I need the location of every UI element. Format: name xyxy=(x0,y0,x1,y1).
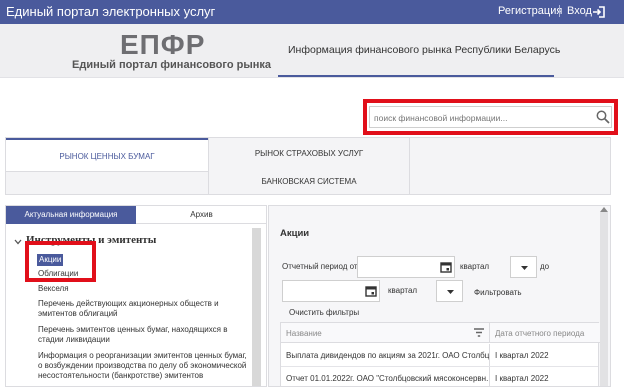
tab-securities-market[interactable]: РЫНОК ЦЕННЫХ БУМАГ xyxy=(6,138,208,171)
shares-bonds-highlight-frame xyxy=(25,241,96,282)
calendar-icon[interactable] xyxy=(440,261,452,273)
search-input[interactable] xyxy=(374,110,592,125)
tab-filler-right xyxy=(410,138,612,195)
table-cell-period: I квартал 2022 xyxy=(489,344,600,366)
site-title: Единый портал электронных услуг xyxy=(6,4,216,19)
table-cell-title[interactable]: Выплата дивидендов по акциям за 2021г. О… xyxy=(281,344,489,366)
login-arrow-icon[interactable] xyxy=(592,5,606,19)
search-icon[interactable] xyxy=(596,110,610,124)
chevron-down-icon[interactable] xyxy=(14,239,22,245)
table-cell-period: I квартал 2022 xyxy=(489,367,600,386)
tab-archive[interactable]: Архив xyxy=(136,206,266,224)
column-header-date[interactable]: Дата отчетного периода xyxy=(489,323,600,343)
tree-item-reorganization[interactable]: Информация о реорганизации эмитентов цен… xyxy=(38,351,252,381)
tab-filler xyxy=(6,171,208,195)
quarter-label-from: квартал xyxy=(460,262,490,271)
filter-icon[interactable] xyxy=(474,328,484,338)
login-link[interactable]: Вход xyxy=(567,5,592,17)
register-link[interactable]: Регистрация xyxy=(498,5,562,17)
table-cell-title[interactable]: Отчет 01.01.2022г. ОАО "Столбцовский мяс… xyxy=(281,367,489,386)
nav-active-underline xyxy=(278,75,554,77)
tab-current-info[interactable]: Актуальная информация xyxy=(6,206,136,224)
nav-financial-info[interactable]: Информация финансового рынка Республики … xyxy=(288,44,560,56)
tree-item-liquidation[interactable]: Перечень эмитентов ценных бумаг, находящ… xyxy=(38,325,252,345)
period-from-label: Отчетный период от xyxy=(282,262,358,271)
quarter-label-to: квартал xyxy=(388,286,418,295)
top-bar: Единый портал электронных услуг Регистра… xyxy=(0,0,624,24)
dropdown-arrow-icon xyxy=(447,290,454,294)
tree-item-active-companies[interactable]: Перечень действующих акционерных обществ… xyxy=(38,299,252,319)
tab-insurance-market[interactable]: РЫНОК СТРАХОВЫХ УСЛУГ xyxy=(208,138,410,171)
left-scrollbar[interactable] xyxy=(252,228,261,386)
date-from-input[interactable] xyxy=(357,256,455,278)
search-box xyxy=(369,106,612,128)
clear-filters-button[interactable]: Очистить фильтры xyxy=(289,308,359,317)
tab-banking-system[interactable]: БАНКОВСКАЯ СИСТЕМА xyxy=(208,171,410,195)
logo-title[interactable]: ЕПФР xyxy=(120,29,205,61)
filter-button[interactable]: Фильтровать xyxy=(474,288,522,297)
calendar-icon[interactable] xyxy=(365,285,377,297)
market-tabs: РЫНОК ЦЕННЫХ БУМАГ РЫНОК СТРАХОВЫХ УСЛУГ… xyxy=(5,137,611,195)
shares-table: Название Дата отчетного периода Выплата … xyxy=(280,322,600,386)
date-to-input[interactable] xyxy=(282,280,380,302)
right-scrollbar[interactable] xyxy=(600,212,608,386)
to-label: до xyxy=(540,262,550,271)
column-header-name[interactable]: Название xyxy=(281,323,489,343)
quarter-to-select[interactable] xyxy=(436,280,463,302)
instruments-panel: Актуальная информация Архив Инструменты … xyxy=(5,205,267,387)
tree-item-bills[interactable]: Векселя xyxy=(38,284,252,294)
panel-title: Акции xyxy=(280,228,310,239)
dropdown-arrow-icon xyxy=(521,266,528,270)
shares-panel: Акции Отчетный период от квартал до квар… xyxy=(268,205,611,387)
portal-header: ЕПФР Единый портал финансового рынка Инф… xyxy=(0,24,624,78)
divider xyxy=(559,5,560,17)
quarter-from-select[interactable] xyxy=(510,256,537,278)
logo-subtitle: Единый портал финансового рынка xyxy=(72,59,271,71)
